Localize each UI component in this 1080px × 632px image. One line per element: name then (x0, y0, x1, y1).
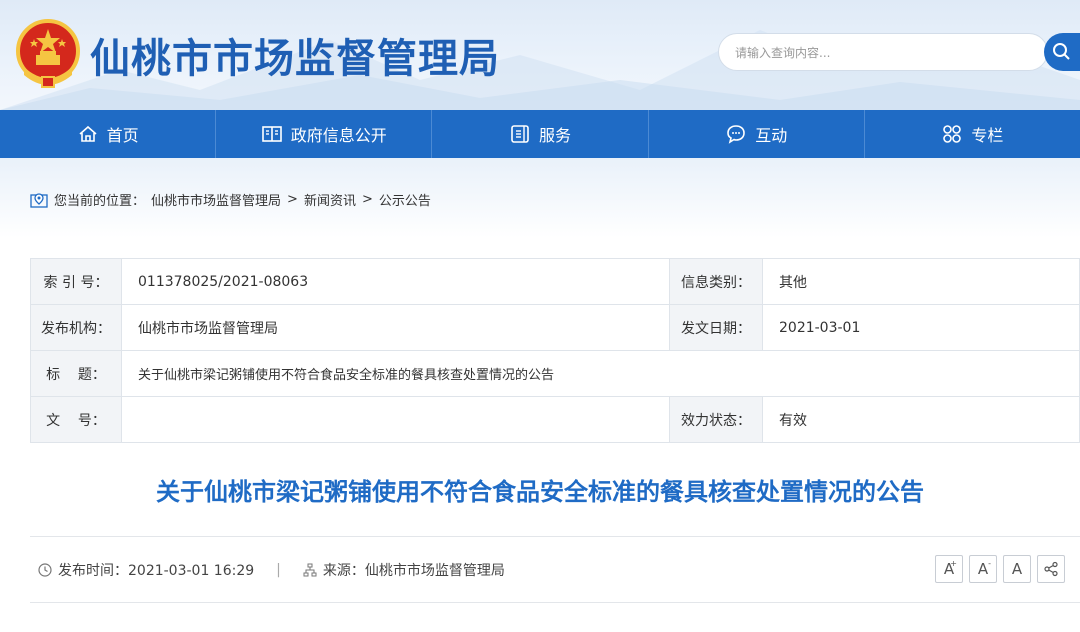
nav-item-gov-info[interactable]: 政府信息公开 (216, 110, 433, 158)
site-title[interactable]: 仙桃市市场监督管理局 (90, 26, 500, 84)
nav-item-label: 互动 (755, 126, 788, 145)
nav-item-label: 政府信息公开 (290, 126, 387, 145)
docno-label: 文 号： (30, 396, 122, 443)
font-tools: A + A- A (935, 555, 1065, 583)
nav-item-label: 服务 (539, 126, 572, 145)
plus-sign: + (950, 559, 957, 568)
docno-value (121, 396, 670, 443)
nav-item-column[interactable]: 专栏 (865, 110, 1080, 158)
chat-icon (727, 125, 746, 144)
index-label: 索 引 号： (30, 258, 122, 305)
search-box (718, 33, 1048, 71)
sitemap-icon (303, 563, 317, 577)
grid-icon (943, 125, 962, 143)
index-value: 011378025/2021-08063 (121, 258, 670, 305)
date-value: 2021-03-01 (762, 304, 1080, 351)
article-title: 关于仙桃市梁记粥铺使用不符合食品安全标准的餐具核查处置情况的公告 (156, 478, 924, 506)
main-nav: 首页 政府信息公开 服务 互动 专栏 (0, 110, 1080, 158)
book-icon (261, 126, 282, 142)
breadcrumb-link-home[interactable]: 仙桃市市场监督管理局 (151, 190, 281, 209)
search-input[interactable] (733, 43, 983, 63)
publisher-value: 仙桃市市场监督管理局 (121, 304, 670, 351)
status-value: 有效 (762, 396, 1080, 443)
breadcrumb: 您当前的位置： 仙桃市市场监督管理局 > 新闻资讯 > 公示公告 (30, 190, 431, 209)
breadcrumb-prefix: 您当前的位置： (54, 194, 146, 209)
nav-item-label: 首页 (106, 126, 139, 145)
search-button[interactable] (1044, 33, 1080, 71)
status-label: 效力状态： (669, 396, 763, 443)
date-label: 发文日期： (669, 304, 763, 351)
nav-item-label: 专栏 (971, 126, 1004, 145)
font-reset-button[interactable]: A (1003, 555, 1031, 583)
publisher-label: 发布机构： (30, 304, 122, 351)
table-row: 标 题： 关于仙桃市梁记粥铺使用不符合食品安全标准的餐具核查处置情况的公告 (30, 350, 1080, 397)
category-label: 信息类别： (669, 258, 763, 305)
document-icon (511, 125, 529, 143)
breadcrumb-link-news[interactable]: 新闻资讯 (304, 190, 356, 209)
breadcrumb-link-notice[interactable]: 公示公告 (379, 190, 431, 209)
publish-time: 发布时间：2021-03-01 16:29 (58, 563, 255, 579)
font-medium-label: A (977, 560, 989, 578)
info-table: 索 引 号： 011378025/2021-08063 信息类别： 其他 发布机… (30, 258, 1080, 443)
article-source: 来源：仙桃市市场监督管理局 (322, 563, 505, 579)
share-button[interactable] (1037, 555, 1065, 583)
national-emblem-icon (16, 19, 80, 88)
divider (30, 602, 1080, 603)
table-row: 索 引 号： 011378025/2021-08063 信息类别： 其他 (30, 258, 1080, 305)
table-row: 文 号： 效力状态： 有效 (30, 396, 1080, 443)
share-icon (1044, 561, 1058, 577)
minus-sign: - (988, 559, 991, 568)
font-decrease-button[interactable]: A- (969, 555, 997, 583)
meta-separator: | (276, 562, 281, 578)
nav-item-interaction[interactable]: 互动 (649, 110, 865, 158)
category-value: 其他 (762, 258, 1080, 305)
article-meta: 发布时间：2021-03-01 16:29 | 来源：仙桃市市场监督管理局 (38, 560, 505, 580)
breadcrumb-separator: > (287, 192, 298, 207)
divider (30, 536, 1080, 537)
header: 仙桃市市场监督管理局 (0, 0, 1080, 110)
nav-item-home[interactable]: 首页 (0, 110, 217, 158)
location-icon (30, 192, 48, 208)
breadcrumb-separator: > (361, 192, 373, 207)
title-label: 标 题： (30, 350, 122, 397)
nav-item-service[interactable]: 服务 (432, 110, 649, 158)
search-icon (1053, 43, 1070, 60)
home-icon (79, 125, 97, 142)
font-small-label: A (1011, 560, 1023, 578)
clock-icon (38, 563, 52, 577)
font-increase-button[interactable]: A + (935, 555, 963, 583)
title-value: 关于仙桃市梁记粥铺使用不符合食品安全标准的餐具核查处置情况的公告 (121, 350, 1080, 397)
table-row: 发布机构： 仙桃市市场监督管理局 发文日期： 2021-03-01 (30, 304, 1080, 351)
